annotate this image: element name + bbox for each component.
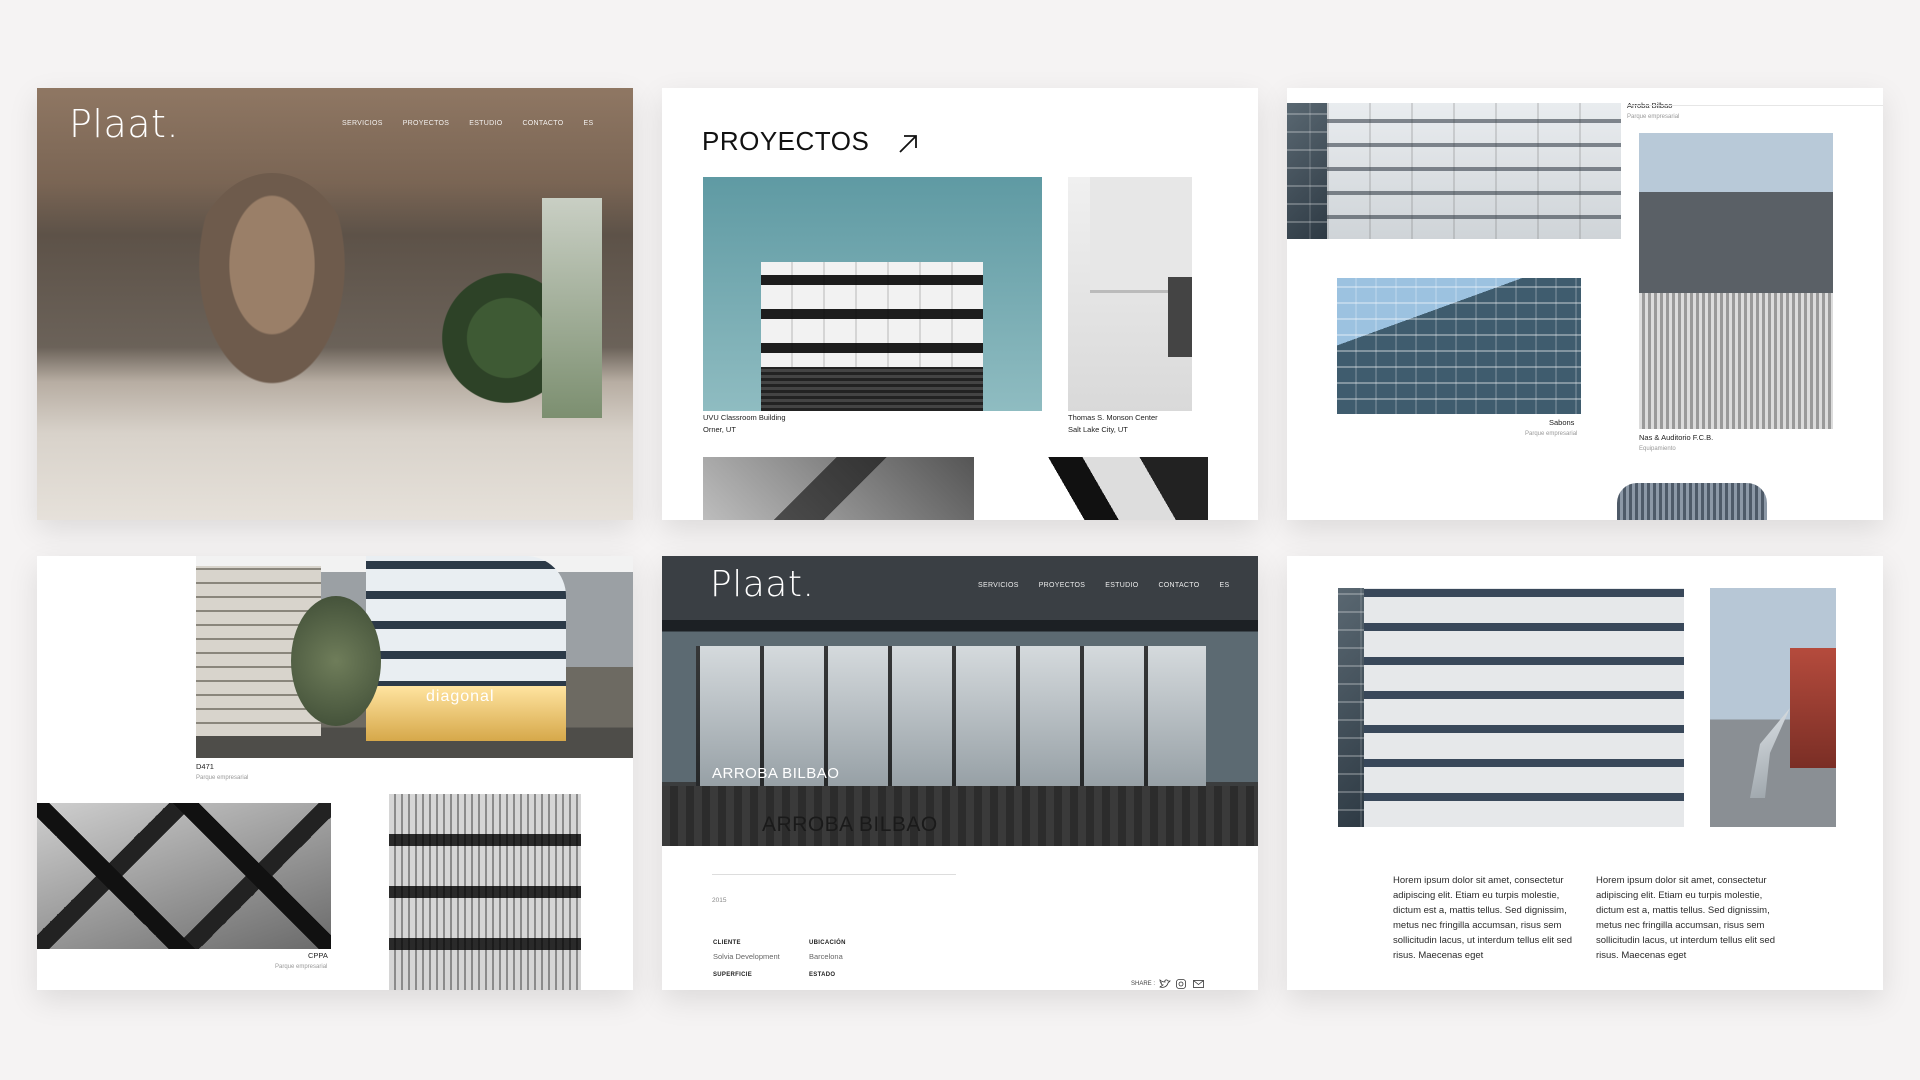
monson-detail [1090,177,1192,293]
card-project-detail: Plaat. SERVICIOS PROYECTOS ESTUDIO CONTA… [662,556,1258,990]
project-title-sabons[interactable]: Sabons [1549,417,1574,429]
project-title-monson[interactable]: Thomas S. Monson Center [1068,412,1158,424]
detail-site-logo[interactable]: Plaat. [710,564,814,605]
project-title-nas[interactable]: Nas & Auditorio F.C.B. [1639,432,1713,444]
detail-label-ubicacion: UBICACIÓN [809,940,846,946]
nav-language[interactable]: ES [583,120,593,127]
project-type-arroba: Parque empresarial [1627,114,1680,120]
card-project-text: Horem ipsum dolor sit amet, consectetur … [1287,556,1883,990]
project-image-arroba-facade[interactable] [1287,103,1621,239]
detail-label-superficie: SUPERFICIE [713,972,753,978]
card-projects-d471: diagonal D471 Parque empresarial CPPA Pa… [37,556,633,990]
detail-label-estado: ESTADO [809,972,836,978]
sculpture-building [1790,648,1836,768]
nav-servicios[interactable]: SERVICIOS [342,120,383,127]
hero-staircase-shape [187,173,357,403]
project-image-uvu[interactable] [703,177,1042,411]
detail-glass-front [696,646,1206,806]
project-title-arroba[interactable]: Arroba Bilbao [1627,100,1672,112]
text-card-sculpture-image [1710,588,1836,827]
project-year: 2015 [712,897,727,904]
project-image-partial[interactable] [1617,483,1767,520]
project-title-cppa[interactable]: CPPA [308,950,328,962]
project-image-sabons[interactable] [1337,278,1581,414]
d471-sign: diagonal [426,688,495,705]
nav-estudio[interactable]: ESTUDIO [469,120,502,127]
card-projects-list: PROYECTOS UVU Classroom Building Orner, … [662,88,1258,520]
nav-proyectos[interactable]: PROYECTOS [403,120,450,127]
hero-title-large: ARROBA BILBAO [762,813,938,836]
nav-servicios[interactable]: SERVICIOS [978,582,1019,589]
sculpture-form [1750,708,1790,798]
hero-title-small: ARROBA BILBAO [712,765,840,782]
project-title-d471[interactable]: D471 [196,761,214,773]
site-logo[interactable]: Plaat. [69,102,179,146]
project-location-monson: Salt Lake City, UT [1068,425,1128,434]
projects-heading: PROYECTOS [702,126,870,156]
detail-value-ubicacion: Barcelona [809,952,843,961]
detail-main-nav: SERVICIOS PROYECTOS ESTUDIO CONTACTO ES [978,582,1229,589]
card-home-hero: Plaat. SERVICIOS PROYECTOS ESTUDIO CONTA… [37,88,633,520]
detail-value-cliente: Solvia Development [713,952,780,961]
facade-side-strip [1287,103,1327,239]
project-image-d471[interactable]: diagonal [196,556,633,758]
project-image-monson[interactable] [1068,177,1192,411]
hero-opening [542,198,602,418]
project-type-sabons: Parque empresarial [1525,431,1578,437]
text-paragraph-left: Horem ipsum dolor sit amet, consectetur … [1393,875,1573,961]
d471-trees [291,596,381,726]
detail-label-cliente: CLIENTE [713,940,741,946]
divider-line [1627,105,1883,106]
text-card-facade-image [1338,588,1684,827]
project-location-uvu: Orner, UT [703,425,736,434]
project-type-nas: Equipamiento [1639,446,1676,452]
project-image-nas[interactable] [1639,133,1833,429]
main-nav: SERVICIOS PROYECTOS ESTUDIO CONTACTO ES [342,120,593,127]
nav-proyectos[interactable]: PROYECTOS [1039,582,1086,589]
project-image-balconies[interactable] [389,794,581,990]
project-type-d471: Parque empresarial [196,775,249,781]
detail-divider [712,874,956,875]
nav-estudio[interactable]: ESTUDIO [1105,582,1138,589]
arrow-up-right-icon[interactable] [896,132,920,156]
twitter-icon[interactable] [1159,979,1171,989]
card-projects-collage: Arroba Bilbao Parque empresarial Sabons … [1287,88,1883,520]
text-paragraph-right: Horem ipsum dolor sit amet, consectetur … [1596,875,1776,961]
project-title-uvu[interactable]: UVU Classroom Building [703,412,786,424]
nav-contacto[interactable]: CONTACTO [1158,582,1199,589]
monson-shadow [1168,277,1192,357]
facade-edge-strip [1338,588,1364,827]
project-type-cppa: Parque empresarial [275,964,328,970]
share-label: SHARE : [1131,981,1156,987]
nav-language[interactable]: ES [1219,582,1229,589]
nav-contacto[interactable]: CONTACTO [522,120,563,127]
mail-icon[interactable] [1193,980,1204,988]
project-image-cppa[interactable] [37,803,331,949]
detail-terrace [662,786,1258,846]
project-image-concrete[interactable] [703,457,974,520]
project-image-abstract[interactable] [1016,457,1208,520]
uvu-building-base [761,367,983,411]
instagram-icon[interactable] [1176,979,1186,989]
